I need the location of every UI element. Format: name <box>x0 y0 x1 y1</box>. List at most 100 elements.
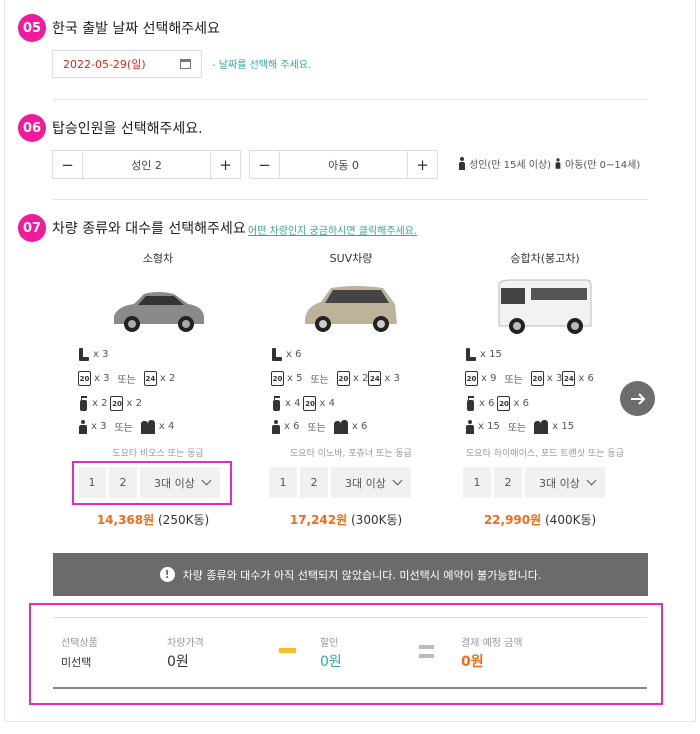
next-arrow-button[interactable] <box>620 381 655 416</box>
quantity-dropdown-label: 3대 이상 <box>539 476 580 490</box>
luggage-20-count: x 6 <box>513 398 529 409</box>
person-count: x 15 <box>478 421 500 432</box>
discount-value: 0원 <box>320 654 342 670</box>
price-vnd: (300K동) <box>351 513 403 527</box>
quantity-dropdown-label: 3대 이상 <box>345 476 386 490</box>
adult-minus-button[interactable]: − <box>53 151 82 178</box>
luggage-20-count: x 2 <box>352 373 369 384</box>
vehicle-name: 승합차(봉고차) <box>510 252 580 265</box>
golf-capacity: x 2 20 x 2 <box>78 396 142 411</box>
equals-icon-bar <box>419 654 434 658</box>
product-label: 선택상품 <box>61 638 98 649</box>
child-minus-button[interactable]: − <box>250 151 279 178</box>
luggage-20-icon: 20 <box>303 396 317 411</box>
quantity-dropdown[interactable]: 3대 이상 <box>525 467 605 498</box>
luggage-20-icon: 20 <box>110 396 124 411</box>
family-count: x 4 <box>158 421 175 432</box>
alert-icon: ! <box>159 567 175 582</box>
child-count: 아동 0 <box>279 151 408 178</box>
quantity-option-2[interactable]: 2 <box>300 467 328 498</box>
adult-age-text: 성인(만 15세 이상) <box>469 160 552 171</box>
luggage-capacity: 20 x 3 또는 24 x 2 <box>78 371 175 386</box>
luggage-24-count: x 2 <box>159 373 176 384</box>
summary-bottom-line <box>53 687 647 689</box>
chevron-down-icon <box>392 475 403 486</box>
golf-count: x 2 <box>92 398 108 409</box>
or-text: 또는 <box>310 375 329 386</box>
golf-capacity: x 6 20 x 6 <box>465 396 529 411</box>
vehicle-model: 도요타 비오스 또는 동급 <box>112 449 204 459</box>
warning-text: 차량 종류와 대수가 아직 선택되지 않았습니다. 미선택시 예약이 불가능합니… <box>182 568 542 582</box>
price-krw: 22,990원 <box>483 513 542 527</box>
divider <box>52 199 648 200</box>
step-07-badge: 07 <box>18 214 46 242</box>
golf-bag-icon <box>465 396 476 411</box>
luggage-20-count: x 9 <box>481 373 497 384</box>
product-value: 미선택 <box>61 656 92 669</box>
luggage-capacity: 20 x 5 또는 20 x 2 24 x 3 <box>271 371 400 386</box>
adult-icon <box>458 157 466 170</box>
vehicle-info-link[interactable]: 어떤 차량인지 궁금하시면 클릭해주세요. <box>248 222 417 237</box>
luggage-20-count: x 5 <box>287 373 303 384</box>
departure-date-field[interactable]: 2022-05-29(일) <box>52 50 202 78</box>
quantity-selector: 1 2 3대 이상 <box>269 467 414 498</box>
step-06-badge: 06 <box>18 114 46 142</box>
discount-label: 할인 <box>320 638 339 649</box>
child-age-note: 아동(만 0~14세) <box>554 156 640 171</box>
price-value: 0원 <box>167 654 189 670</box>
luggage-24-icon: 24 <box>368 371 382 386</box>
golf-capacity: x 4 20 x 4 <box>271 396 335 411</box>
seat-icon <box>78 348 90 361</box>
family-icon <box>534 419 549 434</box>
quantity-selector: 1 2 3대 이상 <box>463 467 608 498</box>
passenger-capacity: x 3 또는 x 4 <box>78 419 174 434</box>
luggage-20-icon: 20 <box>336 371 350 386</box>
equals-icon <box>419 645 434 649</box>
luggage-20-icon: 20 <box>78 371 91 386</box>
family-icon <box>333 419 349 434</box>
quantity-option-2[interactable]: 2 <box>494 467 522 498</box>
seat-icon <box>271 348 283 361</box>
golf-bag-icon <box>78 396 89 411</box>
golf-count: x 4 <box>285 398 301 409</box>
luggage-20-icon: 20 <box>530 371 544 386</box>
quantity-dropdown[interactable]: 3대 이상 <box>331 467 411 498</box>
child-icon <box>555 158 561 169</box>
person-count: x 3 <box>91 421 107 432</box>
vehicle-price: 17,242원 (300K동) <box>271 511 421 528</box>
child-age-text: 아동(만 0~14세) <box>565 160 641 171</box>
luggage-24-icon: 24 <box>562 371 576 386</box>
quantity-option-1[interactable]: 1 <box>463 467 491 498</box>
total-label: 결제 예정 금액 <box>461 638 523 649</box>
adult-plus-button[interactable]: + <box>211 151 240 178</box>
quantity-highlight <box>72 461 232 505</box>
luggage-capacity: 20 x 9 또는 20 x 3 24 x 6 <box>465 371 594 386</box>
or-text: 또는 <box>307 423 326 434</box>
step-05-badge: 05 <box>18 14 46 42</box>
arrow-right-icon <box>630 392 645 405</box>
vehicle-name: 소형차 <box>142 252 174 265</box>
step-07-title: 차량 종류와 대수를 선택해주세요 <box>52 221 246 237</box>
summary-highlight <box>29 603 663 705</box>
vehicle-image <box>108 276 208 340</box>
family-count: x 15 <box>552 421 575 432</box>
luggage-20-icon: 20 <box>465 371 478 386</box>
or-text: 또는 <box>114 423 133 434</box>
seat-count: x 15 <box>480 349 502 360</box>
price-krw: 17,242원 <box>289 513 348 527</box>
or-text: 또는 <box>507 423 527 434</box>
calendar-icon[interactable] <box>180 59 191 69</box>
seat-icon <box>465 348 477 361</box>
golf-count: x 6 <box>479 398 495 409</box>
quantity-option-1[interactable]: 1 <box>269 467 297 498</box>
luggage-24-icon: 24 <box>143 371 157 386</box>
child-plus-button[interactable]: + <box>408 151 437 178</box>
step-07-header: 07 차량 종류와 대수를 선택해주세요 <box>18 214 246 242</box>
vehicle-price: 14,368원 (250K동) <box>78 511 228 528</box>
golf-bag-icon <box>271 396 282 411</box>
luggage-20-count: x 2 <box>126 398 142 409</box>
summary-top-line <box>53 617 647 618</box>
seat-capacity: x 6 <box>271 348 301 361</box>
luggage-20-count: x 3 <box>546 373 563 384</box>
vehicle-image <box>495 276 595 340</box>
